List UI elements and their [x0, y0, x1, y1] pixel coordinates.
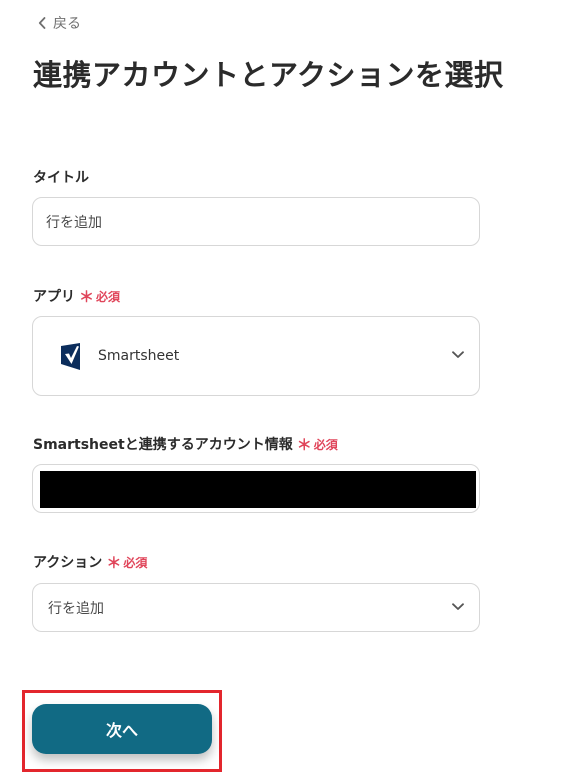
required-badge: ＊ 必須	[106, 554, 147, 571]
required-text: 必須	[123, 555, 148, 570]
app-label-text: アプリ	[33, 289, 75, 305]
title-input-value: 行を追加	[46, 214, 102, 231]
back-label: 戻る	[53, 16, 81, 32]
account-select[interactable]	[32, 464, 480, 513]
title-field-label: タイトル	[33, 167, 89, 187]
required-text: 必須	[313, 437, 338, 452]
app-field-label: アプリ ＊ 必須	[33, 286, 120, 306]
required-asterisk: ＊	[106, 553, 122, 572]
redacted-account-value	[40, 471, 476, 508]
action-field-label: アクション ＊ 必須	[33, 552, 147, 572]
action-select[interactable]: 行を追加	[32, 583, 480, 632]
required-badge: ＊ 必須	[79, 288, 120, 305]
chevron-down-icon	[452, 602, 464, 610]
required-text: 必須	[96, 289, 121, 304]
account-label-text: Smartsheetと連携するアカウント情報	[33, 437, 293, 453]
action-label-text: アクション	[33, 555, 103, 571]
title-input[interactable]: 行を追加	[32, 197, 480, 246]
smartsheet-logo-icon	[61, 342, 80, 370]
chevron-left-icon	[38, 17, 46, 29]
next-button[interactable]: 次へ	[32, 704, 212, 754]
required-asterisk: ＊	[296, 435, 312, 454]
chevron-down-icon	[452, 351, 464, 358]
back-link[interactable]: 戻る	[38, 12, 81, 34]
app-name: Smartsheet	[98, 348, 180, 364]
page-title: 連携アカウントとアクションを選択	[33, 58, 504, 92]
account-field-label: Smartsheetと連携するアカウント情報 ＊ 必須	[33, 434, 338, 454]
app-select[interactable]: Smartsheet	[32, 316, 480, 396]
required-badge: ＊ 必須	[297, 436, 338, 453]
required-asterisk: ＊	[79, 287, 95, 306]
action-select-value: 行を追加	[48, 600, 104, 617]
title-label-text: タイトル	[33, 170, 89, 186]
